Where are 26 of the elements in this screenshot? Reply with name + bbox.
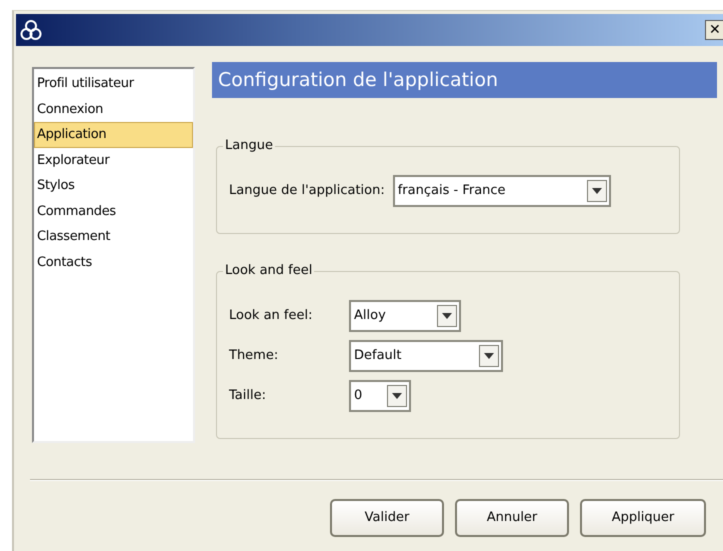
section-header: Configuration de l'application bbox=[212, 62, 717, 98]
ok-button[interactable]: Valider bbox=[330, 499, 444, 537]
field-label: Langue de l'application: bbox=[229, 182, 385, 200]
caret-icon bbox=[484, 353, 494, 359]
dropdown[interactable]: Alloy bbox=[349, 300, 461, 332]
sidebar-item[interactable]: Explorateur bbox=[34, 148, 193, 173]
sidebar-item[interactable]: Connexion bbox=[34, 96, 193, 122]
sidebar-item[interactable]: Profil utilisateur bbox=[34, 71, 193, 96]
sidebar-item[interactable]: Application bbox=[34, 122, 193, 148]
caret-icon bbox=[392, 393, 402, 399]
dropdown[interactable]: Default bbox=[349, 340, 503, 372]
caret-icon bbox=[442, 313, 452, 319]
app-logo-icon bbox=[20, 19, 42, 41]
field-label: Taille: bbox=[229, 387, 267, 406]
sidebar-item[interactable]: Stylos bbox=[34, 173, 193, 198]
cancel-button[interactable]: Annuler bbox=[455, 499, 569, 537]
sidebar-item[interactable]: Commandes bbox=[34, 198, 193, 224]
field-label: Theme: bbox=[229, 347, 280, 366]
sidebar-item[interactable]: Contacts bbox=[34, 250, 193, 275]
dropdown[interactable]: 0 bbox=[349, 380, 411, 412]
close-button[interactable]: ✕ bbox=[705, 20, 723, 40]
field-label: Look an feel: bbox=[229, 307, 314, 326]
caret-icon bbox=[592, 188, 602, 194]
sidebar-item[interactable]: Classement bbox=[34, 224, 193, 250]
dropdown[interactable]: français - France bbox=[392, 175, 611, 207]
apply-button[interactable]: Appliquer bbox=[580, 499, 706, 537]
